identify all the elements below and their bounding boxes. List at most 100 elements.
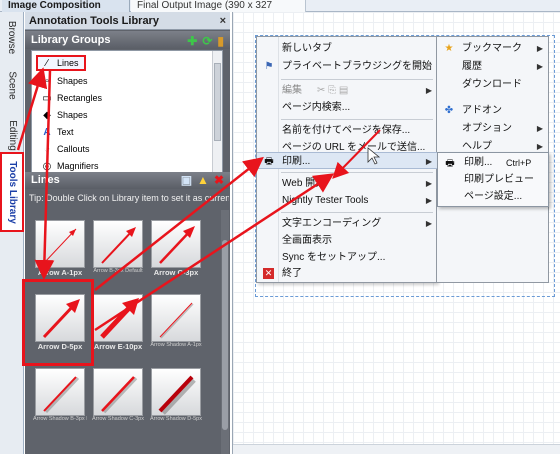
library-groups-list[interactable]: ∕ Lines ▫ Shapes ▭ Rectangles ◆ Shapes A…	[31, 50, 223, 178]
group-item-label: Callouts	[57, 144, 90, 154]
chevron-right-icon: ▶	[425, 179, 432, 188]
menu-item-save-page[interactable]: 名前を付けてページを保存...	[257, 122, 438, 139]
panel-title: Annotation Tools Library ×	[25, 12, 230, 30]
group-item-callouts[interactable]: ◔ Callouts	[40, 141, 90, 157]
menu-item-edit[interactable]: 編集 ✂ ⎘ ▤ ▶	[257, 82, 438, 99]
group-item-shapes-2[interactable]: ◆ Shapes	[40, 107, 88, 123]
canvas-horizontal-scrollbar[interactable]	[233, 444, 560, 454]
thumbnail-image	[151, 368, 201, 416]
menu-item-new-tab[interactable]: 新しいタブ	[257, 40, 438, 57]
menu-separator	[281, 119, 433, 120]
thumbnail-image	[93, 294, 143, 342]
chevron-right-icon: ▶	[425, 86, 432, 95]
thumbnail-arrow-shadow-a-1px[interactable]: Arrow Shadow A-1px	[150, 294, 202, 352]
menu-item-label: ブックマーク	[462, 43, 522, 54]
menu-item-sync-setup[interactable]: Sync をセットアップ...	[257, 249, 438, 266]
group-item-rectangles[interactable]: ▭ Rectangles	[40, 90, 102, 106]
menu-separator	[281, 212, 433, 213]
thumbnail-arrow-b-3px-default[interactable]: Arrow B-3px Default	[93, 220, 143, 278]
arrow-preview-icon	[43, 228, 77, 264]
thumbnail-image	[93, 220, 143, 268]
submenu-item-label: 印刷...	[464, 157, 493, 168]
menu-item-downloads[interactable]: ダウンロード	[437, 76, 549, 93]
tab-final-output-image[interactable]: Final Output Image (390 x 327 pixels)	[131, 0, 306, 23]
thumbnail-image	[151, 220, 201, 268]
vtab-browse[interactable]: Browse	[0, 14, 24, 60]
callout-icon: ◔	[43, 143, 51, 155]
group-item-label: Lines	[57, 58, 79, 68]
tab-image-composition[interactable]: Image Composition	[2, 0, 130, 12]
thumbnail-label: Arrow D-5px	[37, 342, 83, 351]
submenu-item-print-preview[interactable]: 印刷プレビュー	[438, 172, 548, 188]
group-item-shapes[interactable]: ▫ Shapes	[40, 73, 88, 89]
puzzle-icon: ✤	[444, 105, 454, 116]
thumbnail-image	[35, 220, 85, 268]
menu-item-options[interactable]: オプション ▶	[437, 120, 549, 137]
menu-item-character-encoding[interactable]: 文字エンコーディング ▶	[257, 215, 438, 232]
panel-title-text: Annotation Tools Library	[29, 15, 159, 27]
arrow-preview-icon	[101, 376, 138, 414]
groups-scrollbar[interactable]	[212, 51, 222, 177]
palette-icon[interactable]: ▲	[197, 172, 209, 189]
thumbnail-arrow-a-1px[interactable]: Arrow A-1px	[35, 220, 85, 278]
thumbnail-image	[93, 368, 143, 416]
library-book-icon[interactable]: ▮	[217, 32, 224, 50]
group-item-lines[interactable]: ∕ Lines	[36, 55, 86, 71]
menu-item-label: オプション	[462, 123, 512, 134]
thumbnail-image	[35, 368, 85, 416]
menu-item-nightly-tester-tools[interactable]: Nightly Tester Tools ▶	[257, 192, 438, 209]
menu-item-print[interactable]: 🖶 印刷... ▶	[257, 152, 438, 169]
menu-item-history[interactable]: 履歴 ▶	[437, 58, 549, 75]
group-item-text[interactable]: A Text	[40, 124, 73, 140]
group-item-label: Shapes	[57, 76, 88, 86]
thumbnail-arrow-shadow-b-3px-default[interactable]: Arrow Shadow B-3px Default	[33, 368, 87, 426]
menu-item-web-developer[interactable]: Web 開発 ▶	[257, 175, 438, 192]
menu-item-label: 編集	[282, 85, 302, 96]
menu-separator	[281, 172, 433, 173]
menu-item-label: 履歴	[462, 61, 482, 72]
delete-icon[interactable]: ✖	[214, 172, 224, 189]
thumbnail-scrollbar[interactable]	[221, 210, 229, 454]
add-group-icon[interactable]: ✚	[187, 32, 197, 50]
thumbnail-arrow-shadow-c-3px[interactable]: Arrow Shadow C-3px	[92, 368, 144, 426]
menu-item-private-browsing[interactable]: ⚑ プライベートブラウジングを開始	[257, 58, 438, 75]
shapes-icon: ▫	[45, 75, 49, 87]
arrow-preview-icon	[100, 298, 139, 339]
menu-item-find[interactable]: ページ内検索...	[257, 99, 438, 116]
scrollbar-thumb[interactable]	[214, 63, 221, 141]
submenu-item-page-setup[interactable]: ページ設定...	[438, 189, 548, 205]
menu-item-exit[interactable]: ✕ 終了	[257, 265, 438, 282]
document-tab-bar: Image Composition Final Output Image (39…	[0, 0, 560, 23]
text-icon: A	[43, 126, 51, 138]
close-icon[interactable]: ×	[220, 12, 226, 30]
shortcut-text: Ctrl+P	[506, 158, 532, 168]
thumbnail-arrow-c-3px[interactable]: Arrow C-3px	[151, 220, 201, 278]
vtab-tools-library-label: Tools Library	[6, 160, 18, 224]
scrollbar-thumb[interactable]	[222, 240, 228, 430]
thumbnail-image	[151, 294, 201, 342]
menu-separator	[281, 79, 433, 80]
thumbnail-image	[35, 294, 85, 342]
vtab-scene[interactable]: Scene	[0, 62, 24, 108]
lines-section-header: Lines ▣ ▲ ✖	[25, 172, 230, 189]
chevron-right-icon: ▶	[536, 124, 543, 133]
menu-item-full-screen[interactable]: 全画面表示	[257, 232, 438, 249]
chevron-right-icon: ▶	[536, 62, 543, 71]
image-icon[interactable]: ▣	[181, 172, 192, 189]
vtab-scene-label: Scene	[6, 70, 18, 100]
thumbnail-arrow-d-5px[interactable]: Arrow D-5px	[35, 294, 85, 352]
thumbnail-grid: Arrow A-1px Arrow B-3px Default Arrow C-…	[31, 212, 221, 454]
arrow-preview-icon	[101, 227, 136, 264]
vtab-tools-library[interactable]: Tools Library	[0, 152, 24, 232]
vtab-editing-label: Editing	[6, 119, 18, 151]
star-icon: ★	[444, 43, 454, 54]
menu-item-label: ヘルプ	[462, 141, 492, 152]
submenu-item-print[interactable]: 🖶 印刷... Ctrl+P	[438, 155, 548, 171]
menu-item-bookmarks[interactable]: ★ ブックマーク ▶	[437, 40, 549, 57]
thumbnail-arrow-e-10px[interactable]: Arrow E-10px	[93, 294, 143, 352]
menu-item-addons[interactable]: ✤ アドオン	[437, 102, 549, 119]
thumbnail-label: Arrow B-3px Default	[93, 268, 143, 274]
group-item-label: Shapes	[57, 110, 88, 120]
thumbnail-arrow-shadow-d-5px[interactable]: Arrow Shadow D-5px	[150, 368, 202, 426]
refresh-icon[interactable]: ⟳	[202, 32, 212, 50]
